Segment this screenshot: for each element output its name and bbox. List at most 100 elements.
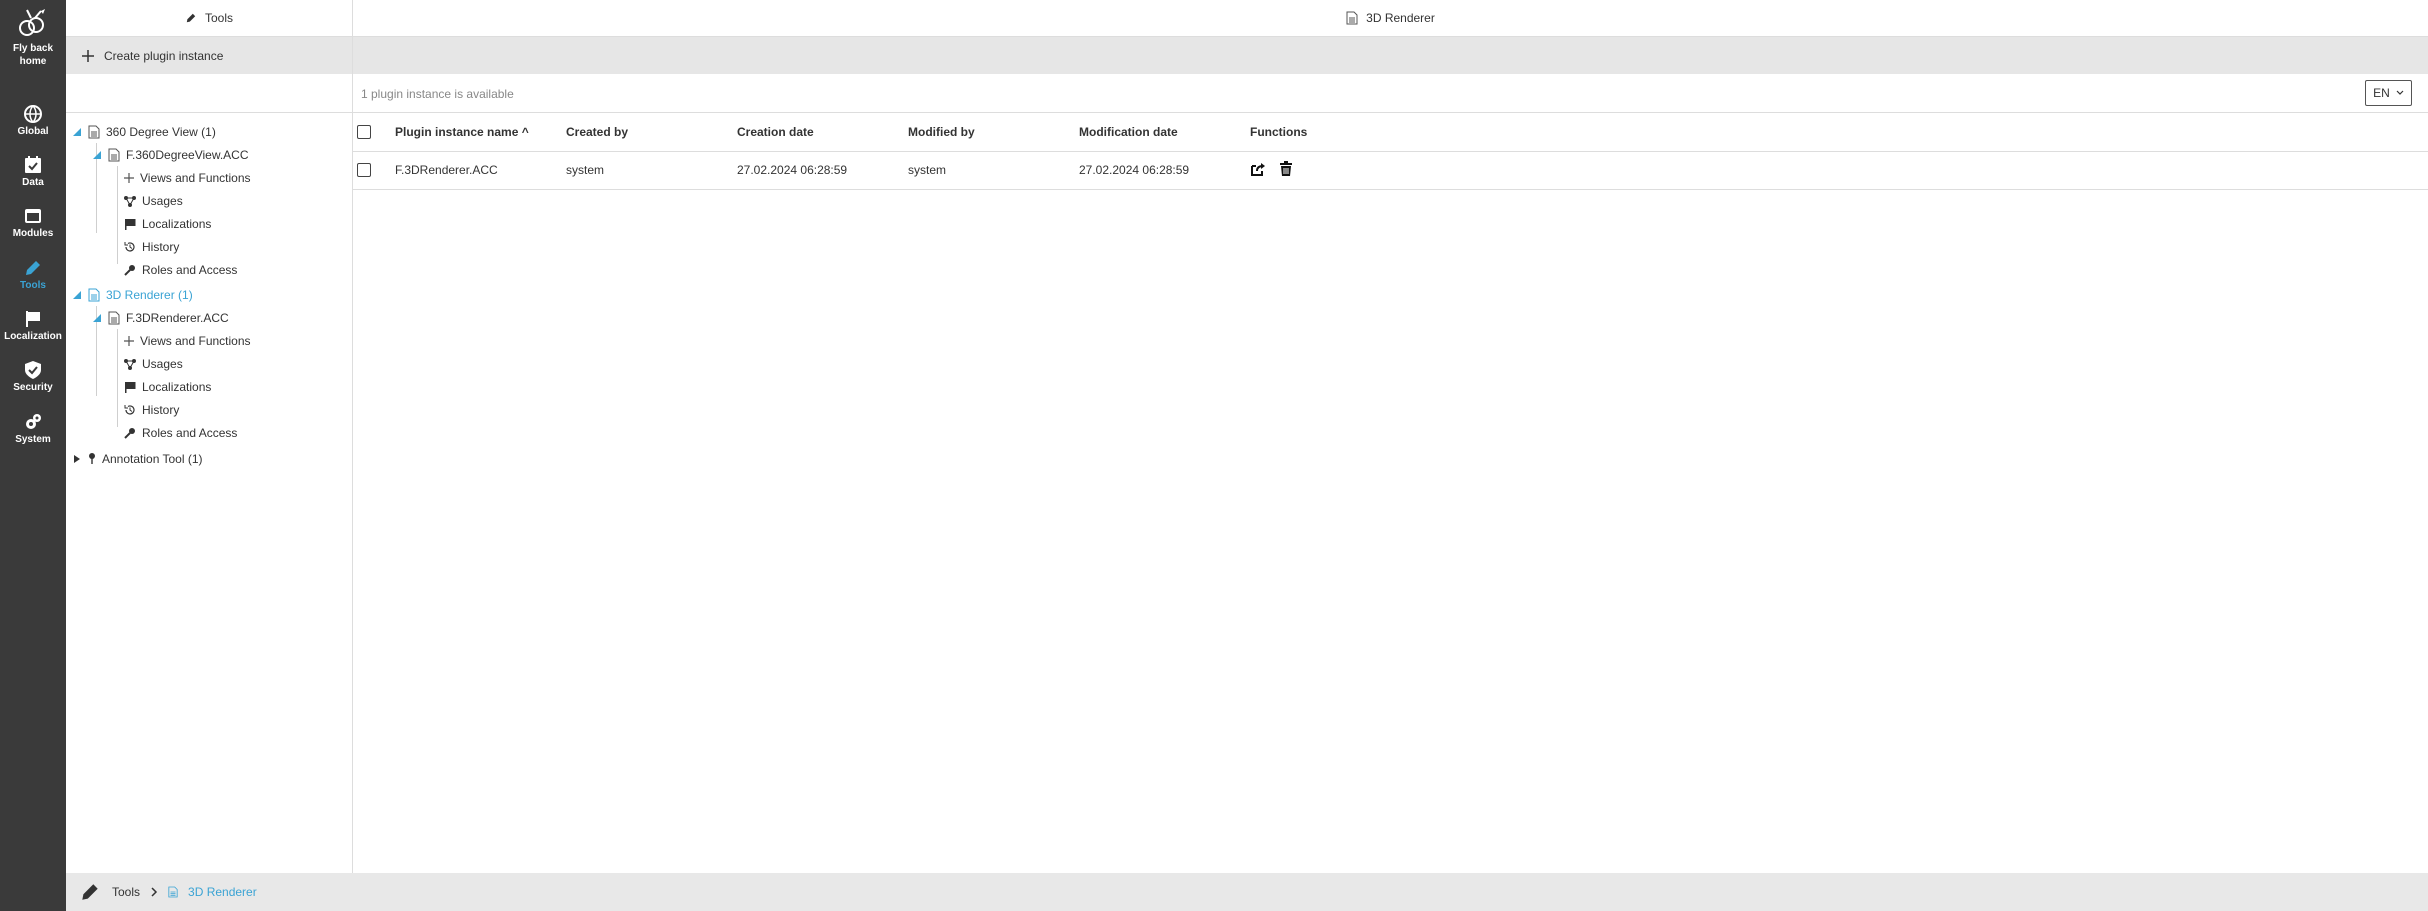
row-select-cell bbox=[353, 151, 395, 190]
page-title: 3D Renderer bbox=[1366, 11, 1435, 25]
column-header-created-by[interactable]: Created by bbox=[566, 113, 737, 152]
document-icon bbox=[88, 125, 100, 139]
document-icon bbox=[108, 311, 120, 325]
tree-guide-line bbox=[117, 166, 118, 264]
nav-item-modules[interactable]: Modules bbox=[0, 202, 66, 248]
expanded-triangle-icon[interactable] bbox=[72, 290, 82, 300]
column-label: Plugin instance name bbox=[395, 124, 519, 139]
table-row[interactable]: F.3DRenderer.ACC system 27.02.2024 06:28… bbox=[353, 151, 2428, 190]
pencil-icon bbox=[82, 884, 98, 900]
history-icon bbox=[124, 242, 135, 252]
tree-node-label: F.360DegreeView.ACC bbox=[126, 148, 249, 162]
create-plugin-instance-button[interactable]: Create plugin instance bbox=[66, 37, 352, 74]
key-icon bbox=[124, 265, 135, 276]
nav-item-global[interactable]: Global bbox=[0, 100, 66, 146]
shield-check-icon bbox=[25, 361, 41, 379]
cell-modification-date: 27.02.2024 06:28:59 bbox=[1079, 151, 1250, 190]
expanded-triangle-icon[interactable] bbox=[72, 127, 82, 137]
column-header-name[interactable]: Plugin instance name ^ bbox=[395, 113, 566, 152]
tree-node-label: History bbox=[142, 403, 180, 417]
document-icon bbox=[168, 886, 178, 898]
trash-icon[interactable] bbox=[1279, 160, 1293, 180]
chevron-right-icon bbox=[151, 887, 158, 897]
pencil-icon bbox=[186, 13, 196, 23]
collapsed-triangle-icon[interactable] bbox=[72, 454, 82, 464]
cell-functions bbox=[1250, 151, 2428, 190]
key-icon bbox=[124, 428, 135, 439]
nav-item-security[interactable]: Security bbox=[0, 356, 66, 402]
row-checkbox[interactable] bbox=[357, 163, 371, 178]
expanded-triangle-icon[interactable] bbox=[92, 313, 102, 323]
cell-modified-by: system bbox=[908, 151, 1079, 190]
pin-icon bbox=[89, 453, 95, 464]
tree-node-label: Localizations bbox=[142, 380, 212, 394]
fly-back-home-button[interactable]: Fly back home bbox=[0, 8, 66, 68]
tree-node-usages[interactable]: Usages bbox=[124, 191, 183, 211]
table-header-row: Plugin instance name ^ Created by Creati… bbox=[353, 113, 2428, 152]
breadcrumb-tools[interactable]: Tools bbox=[112, 885, 140, 899]
nav-label-modules: Modules bbox=[12, 228, 54, 239]
tree-node-label: Roles and Access bbox=[142, 263, 238, 277]
nav-item-data[interactable]: Data bbox=[0, 151, 66, 197]
tree-node-label: Roles and Access bbox=[142, 426, 238, 440]
tree-node-roles-and-access[interactable]: Roles and Access bbox=[124, 423, 237, 443]
tree-panel-header: Tools bbox=[66, 0, 352, 37]
bee-logo-icon bbox=[19, 9, 45, 36]
tree-node-roles-and-access[interactable]: Roles and Access bbox=[124, 260, 237, 280]
nav-label-localization: Localization bbox=[4, 331, 62, 342]
tree-node-360-acc[interactable]: F.360DegreeView.ACC bbox=[92, 145, 249, 165]
document-icon bbox=[88, 288, 100, 302]
column-header-modification-date[interactable]: Modification date bbox=[1079, 113, 1250, 152]
export-icon[interactable] bbox=[1250, 161, 1266, 180]
main-header: 3D Renderer bbox=[353, 0, 2428, 37]
fly-back-label: Fly back bbox=[12, 43, 54, 54]
tree-node-history[interactable]: History bbox=[124, 400, 179, 420]
tree-node-history[interactable]: History bbox=[124, 237, 179, 257]
column-header-modified-by[interactable]: Modified by bbox=[908, 113, 1079, 152]
share-nodes-icon bbox=[124, 196, 136, 207]
tree-node-localizations[interactable]: Localizations bbox=[124, 214, 211, 234]
flag-icon bbox=[125, 219, 136, 230]
flag-icon bbox=[125, 382, 136, 393]
tree-node-label: 3D Renderer (1) bbox=[106, 288, 193, 302]
window-icon bbox=[25, 209, 41, 223]
tree-node-label: Localizations bbox=[142, 217, 212, 231]
gears-icon bbox=[26, 414, 41, 429]
tree-node-label: History bbox=[142, 240, 180, 254]
tree-node-views-and-functions[interactable]: Views and Functions bbox=[124, 331, 251, 351]
plus-icon bbox=[124, 336, 134, 346]
tree-node-label: Views and Functions bbox=[140, 334, 251, 348]
pencil-icon bbox=[26, 261, 40, 275]
language-select[interactable]: EN bbox=[2365, 80, 2412, 106]
cell-creation-date: 27.02.2024 06:28:59 bbox=[737, 151, 908, 190]
expanded-triangle-icon[interactable] bbox=[92, 150, 102, 160]
tree-node-label: Usages bbox=[142, 194, 183, 208]
cell-created-by: system bbox=[566, 151, 737, 190]
tree-node-label: Usages bbox=[142, 357, 183, 371]
column-header-functions: Functions bbox=[1250, 113, 2428, 152]
column-header-creation-date[interactable]: Creation date bbox=[737, 113, 908, 152]
language-value: EN bbox=[2373, 86, 2390, 100]
tree-node-3d-renderer[interactable]: 3D Renderer (1) bbox=[72, 285, 193, 305]
tree-node-label: F.3DRenderer.ACC bbox=[126, 311, 229, 325]
tree-node-360-degree-view[interactable]: 360 Degree View (1) bbox=[72, 122, 216, 142]
tree-node-views-and-functions[interactable]: Views and Functions bbox=[124, 168, 251, 188]
plus-icon bbox=[124, 173, 134, 183]
select-all-checkbox[interactable] bbox=[357, 125, 371, 140]
nav-item-localization[interactable]: Localization bbox=[0, 305, 66, 351]
nav-item-system[interactable]: System bbox=[0, 408, 66, 454]
select-all-cell bbox=[353, 113, 395, 152]
plugin-tree: 360 Degree View (1) F.360DegreeView.ACC … bbox=[66, 113, 352, 466]
globe-icon bbox=[24, 105, 42, 123]
tree-node-localizations[interactable]: Localizations bbox=[124, 377, 211, 397]
tree-node-3d-acc[interactable]: F.3DRenderer.ACC bbox=[92, 308, 229, 328]
nav-item-tools[interactable]: Tools bbox=[0, 254, 66, 300]
tree-node-usages[interactable]: Usages bbox=[124, 354, 183, 374]
cell-name: F.3DRenderer.ACC bbox=[395, 151, 566, 190]
history-icon bbox=[124, 405, 135, 415]
document-icon bbox=[1346, 11, 1358, 25]
nav-label-tools: Tools bbox=[20, 280, 46, 291]
breadcrumb-3d-renderer[interactable]: 3D Renderer bbox=[188, 885, 257, 899]
sort-ascending-icon: ^ bbox=[521, 124, 529, 139]
tree-node-annotation-tool[interactable]: Annotation Tool (1) bbox=[72, 449, 203, 469]
